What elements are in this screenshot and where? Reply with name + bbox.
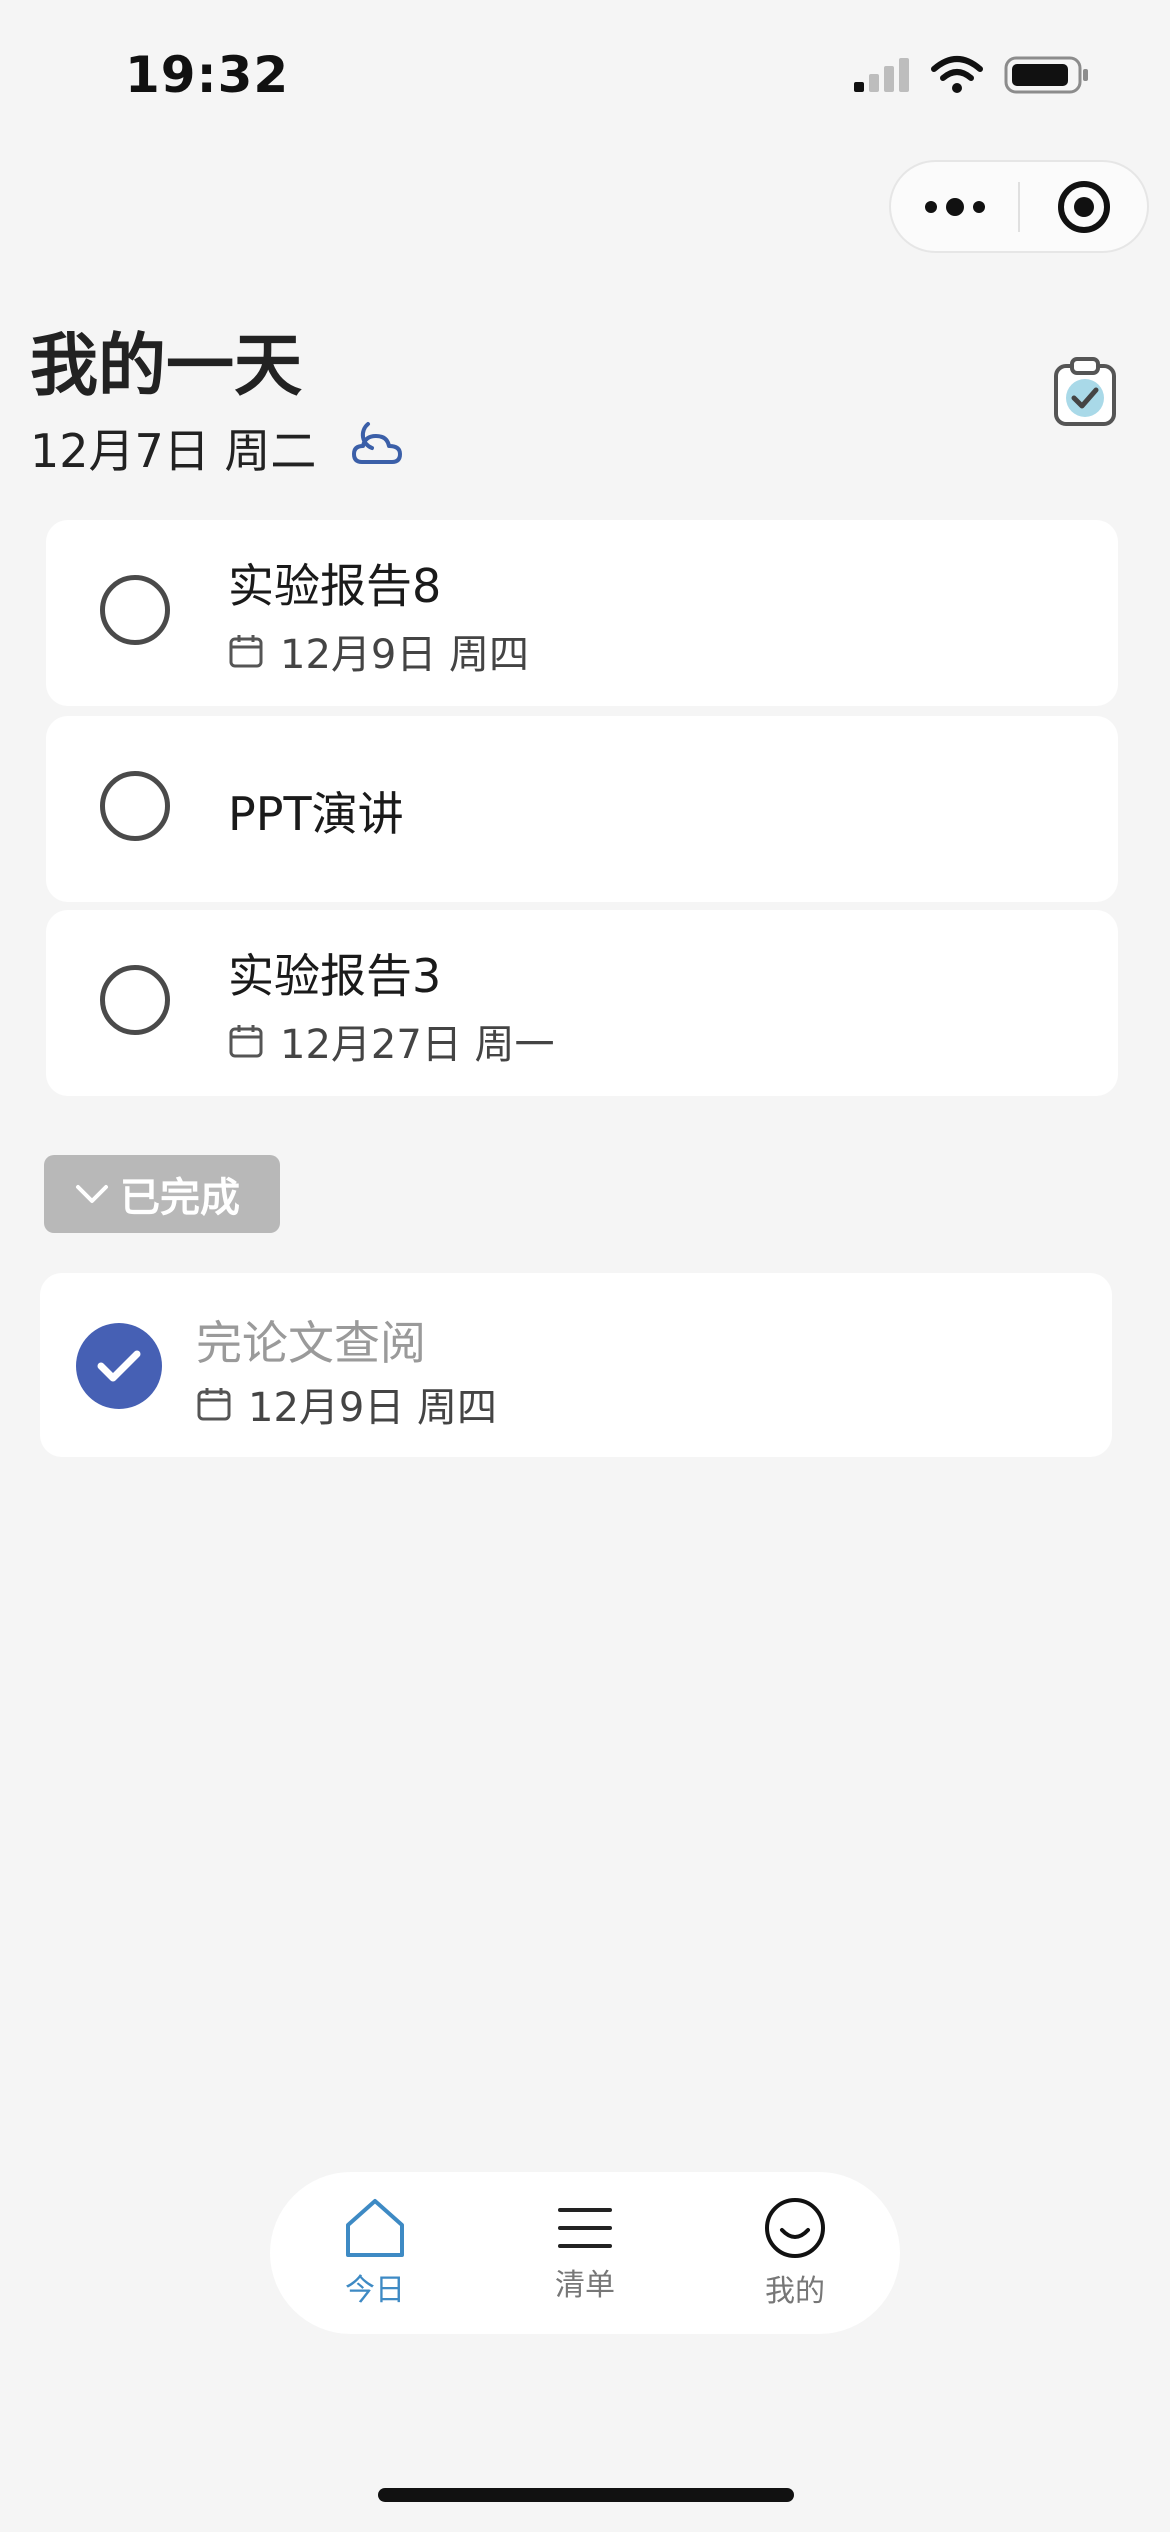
page-date: 12月7日 周二: [30, 424, 317, 478]
completed-task-due-text: 12月9日 周四: [248, 1385, 498, 1431]
task-complete-checkbox[interactable]: [100, 771, 170, 841]
wifi-icon: [931, 56, 983, 93]
clipboard-check-icon[interactable]: [1052, 356, 1118, 428]
close-miniprogram-button[interactable]: [1020, 162, 1147, 251]
home-indicator: [378, 2488, 794, 2502]
home-icon: [346, 2199, 404, 2257]
completed-task-due-date: 12月9日 周四: [196, 1375, 497, 1433]
page-title: 我的一天: [30, 327, 303, 406]
tab-list[interactable]: 清单: [480, 2172, 690, 2334]
status-bar: 19:32: [0, 0, 1170, 150]
chevron-down-icon: [76, 1185, 108, 1203]
more-button[interactable]: [891, 162, 1018, 251]
cellular-signal-icon: [854, 58, 909, 92]
checkmark-icon: [97, 1350, 141, 1382]
task-title: 实验报告3: [228, 949, 442, 1003]
more-dots-icon: [924, 197, 985, 216]
calendar-icon: [197, 1388, 231, 1421]
menu-capsule: [889, 160, 1149, 253]
tab-mine[interactable]: 我的: [690, 2172, 900, 2334]
task-title: 实验报告8: [228, 559, 442, 613]
task-due-text: 12月27日 周一: [280, 1022, 555, 1068]
battery-icon: [1004, 56, 1088, 94]
completed-task-card[interactable]: 完论文查阅 12月9日 周四: [40, 1273, 1112, 1457]
task-due-date: 12月9日 周四: [228, 622, 529, 680]
calendar-icon: [229, 1025, 263, 1058]
task-complete-checkbox[interactable]: [100, 575, 170, 645]
status-icons: [852, 55, 1090, 95]
task-complete-checkbox[interactable]: [100, 965, 170, 1035]
weather-icon: [352, 422, 402, 464]
task-due-text: 12月9日 周四: [280, 632, 530, 678]
task-completed-checkbox[interactable]: [76, 1323, 162, 1409]
task-card[interactable]: 实验报告8 12月9日 周四: [46, 520, 1118, 706]
status-time: 19:32: [125, 46, 290, 104]
completed-toggle-label: 已完成: [120, 1175, 240, 1221]
completed-section-toggle[interactable]: 已完成: [44, 1155, 280, 1233]
smiley-icon: [765, 2198, 825, 2258]
calendar-icon: [229, 635, 263, 668]
tab-today[interactable]: 今日: [270, 2172, 480, 2334]
bottom-tab-bar: 今日 清单 我的: [270, 2172, 900, 2334]
task-card[interactable]: 实验报告3 12月27日 周一: [46, 910, 1118, 1096]
list-icon: [558, 2208, 612, 2248]
tab-label: 清单: [555, 2268, 615, 2303]
tab-label: 今日: [345, 2273, 405, 2308]
target-icon: [1057, 180, 1110, 233]
task-card[interactable]: PPT演讲: [46, 716, 1118, 902]
completed-task-title: 完论文查阅: [196, 1316, 426, 1370]
task-title: PPT演讲: [228, 787, 404, 841]
tab-label: 我的: [765, 2274, 825, 2309]
task-due-date: 12月27日 周一: [228, 1012, 555, 1070]
